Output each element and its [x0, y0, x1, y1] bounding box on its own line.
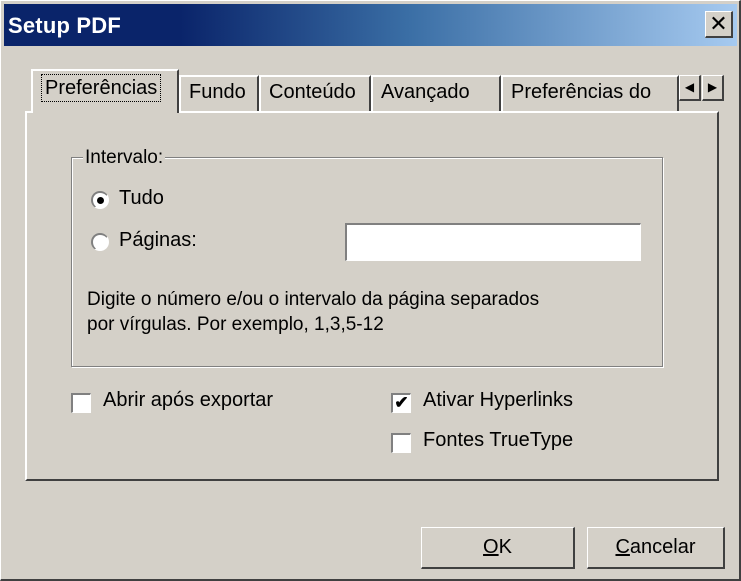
- enable-hyperlinks-label[interactable]: Ativar Hyperlinks: [423, 389, 573, 412]
- tab-label: Preferências: [41, 74, 162, 102]
- window-title: Setup PDF: [8, 13, 122, 38]
- tab-fundo[interactable]: Fundo: [179, 75, 259, 111]
- chevron-right-icon: ▶: [707, 80, 718, 94]
- tab-preferencias-do[interactable]: Preferências do: [501, 75, 679, 111]
- range-hint-text: Digite o número e/ou o intervalo da pági…: [87, 287, 627, 337]
- truetype-fonts-checkbox[interactable]: [391, 433, 411, 453]
- truetype-fonts-label[interactable]: Fontes TrueType: [423, 429, 573, 452]
- hint-line-2: por vírgulas. Por exemplo, 1,3,5-12: [87, 314, 384, 335]
- cancel-accelerator: C: [615, 536, 630, 558]
- tab-scroll-right-button[interactable]: ▶: [702, 75, 724, 101]
- enable-hyperlinks-checkbox[interactable]: ✔: [391, 393, 411, 413]
- open-after-export-checkbox[interactable]: [71, 393, 91, 413]
- pages-input[interactable]: [345, 223, 641, 261]
- ok-button[interactable]: OK: [421, 527, 575, 569]
- radio-pages[interactable]: [91, 233, 109, 251]
- cancel-button[interactable]: Cancelar: [587, 527, 725, 569]
- checkmark-icon: ✔: [394, 393, 409, 412]
- tab-label: Conteúdo: [269, 81, 356, 103]
- tab-label: Avançado: [381, 81, 470, 103]
- tab-scroll-left-button[interactable]: ◀: [679, 75, 701, 101]
- radio-all[interactable]: [91, 191, 109, 209]
- tab-preferencias[interactable]: Preferências: [31, 69, 179, 113]
- tab-avancado[interactable]: Avançado: [371, 75, 501, 111]
- radio-pages-label[interactable]: Páginas:: [119, 229, 197, 252]
- radio-selected-dot: [97, 197, 104, 204]
- close-icon: ✕: [709, 11, 728, 36]
- ok-label-rest: K: [498, 536, 512, 558]
- range-group-label: Intervalo:: [83, 147, 166, 169]
- close-button[interactable]: ✕: [705, 11, 733, 38]
- hint-line-1: Digite o número e/ou o intervalo da pági…: [87, 289, 540, 310]
- cancel-label-rest: ancelar: [629, 536, 696, 558]
- tab-label: Preferências do: [511, 81, 652, 103]
- ok-accelerator: O: [483, 536, 499, 558]
- tab-label: Fundo: [189, 81, 246, 103]
- chevron-left-icon: ◀: [684, 80, 695, 94]
- tab-conteudo[interactable]: Conteúdo: [259, 75, 371, 111]
- title-bar[interactable]: Setup PDF ✕: [4, 4, 737, 46]
- radio-all-label[interactable]: Tudo: [119, 187, 164, 210]
- open-after-export-label[interactable]: Abrir após exportar: [103, 389, 273, 412]
- setup-pdf-dialog: Setup PDF ✕ Preferências Fundo Conteúdo …: [0, 0, 741, 581]
